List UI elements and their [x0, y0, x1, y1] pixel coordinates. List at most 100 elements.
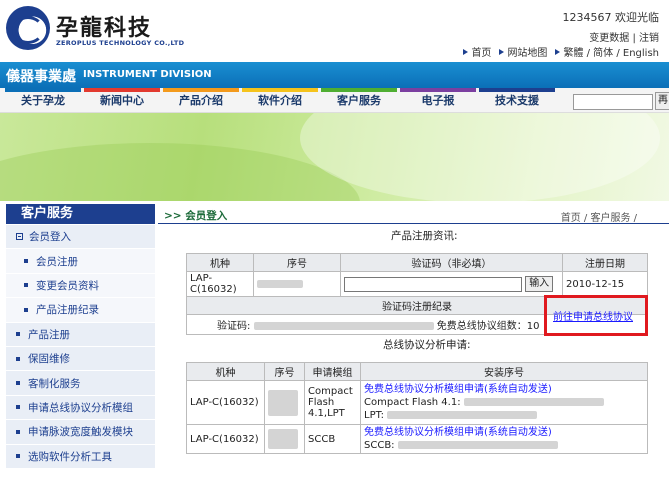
banner-image	[0, 113, 669, 201]
registration-title: 产品注册资讯:	[391, 230, 458, 242]
nav-products[interactable]: 产品介绍	[163, 88, 239, 113]
nav-stripe	[400, 88, 476, 92]
logo-icon	[6, 6, 50, 50]
search-input[interactable]	[573, 94, 653, 110]
module-line: SCCB:	[364, 440, 395, 451]
cell-model: LAP-C(16032)	[186, 271, 254, 297]
cell-install-serial: 免费总线协议分析模组申请(系统自动发送) SCCB:	[360, 424, 648, 454]
redacted-key	[397, 441, 558, 449]
arrow-right-icon	[499, 48, 505, 55]
bullet-icon	[16, 356, 20, 361]
bullet-icon	[16, 332, 20, 337]
sidebar-title: 客户服务	[6, 204, 155, 224]
breadcrumb: >> 会员登入 首页 / 客户服务 /	[158, 207, 669, 224]
module-line: Compact Flash 4.1:	[364, 397, 461, 408]
arrow-right-icon	[555, 48, 561, 55]
table-row: LAP-C(16032) SCCB 免费总线协议分析模组申请(系统自动发送) S…	[186, 424, 648, 454]
redacted-serial	[257, 279, 303, 288]
bullet-icon	[24, 283, 28, 288]
col-header-install-serial: 安装序号	[360, 362, 648, 381]
cell-install-serial: 免费总线协议分析模组申请(系统自动发送) Compact Flash 4.1: …	[360, 380, 648, 425]
logout-link[interactable]: 注销	[639, 33, 659, 44]
module-line: LPT:	[364, 410, 384, 421]
free-bus-count: 免费总线协议组数：10	[436, 321, 540, 332]
nav-stripe	[84, 88, 160, 92]
col-header-serial: 序号	[264, 362, 305, 381]
cell-module: SCCB	[304, 424, 361, 454]
sidebar-item-bus-module[interactable]: 申请总线协议分析模组	[6, 395, 155, 421]
highlight-annotation	[544, 295, 648, 336]
bullet-icon	[24, 259, 28, 264]
cell-model: LAP-C(16032)	[186, 380, 265, 425]
cell-serial	[264, 424, 305, 454]
nav-about[interactable]: 关于孕龙	[5, 88, 81, 113]
redacted-key	[387, 411, 538, 419]
nav-news[interactable]: 新闻中心	[84, 88, 160, 113]
redacted-serial	[268, 429, 298, 449]
sidebar-item-member-login[interactable]: 会员登入	[6, 225, 155, 250]
breadcrumb-path[interactable]: 首页 / 客户服务 /	[561, 209, 637, 224]
top-links: 首页 网站地图 繁體 / 简体 / English	[463, 44, 659, 59]
table-row: LAP-C(16032) Compact Flash 4.1,LPT 免费总线协…	[186, 380, 648, 425]
col-header-serial: 序号	[253, 253, 341, 272]
col-header-model: 机种	[186, 253, 254, 272]
division-title-en: INSTRUMENT DIVISION	[83, 69, 212, 80]
enter-button[interactable]: 输入	[525, 276, 554, 292]
company-logo[interactable]: 孕龍科技 ZEROPLUS TECHNOLOGY CO.,LTD	[6, 6, 206, 52]
sidebar-item-warranty[interactable]: 保固维修	[6, 346, 155, 372]
sidebar-item-pulse-module[interactable]: 申请脉波宽度触发模块	[6, 420, 155, 445]
bullet-icon	[16, 454, 20, 459]
nav-tech-support[interactable]: 技术支援	[479, 88, 555, 113]
redacted-serial	[268, 389, 298, 416]
collapse-icon	[16, 233, 23, 241]
sidebar-item-custom-service[interactable]: 客制化服务	[6, 371, 155, 396]
language-links[interactable]: 繁體 / 简体 / English	[555, 44, 659, 59]
sidebar-item-buy-software[interactable]: 选购软件分析工具	[6, 444, 155, 469]
col-header-module: 申请模组	[304, 362, 361, 381]
redacted-key	[463, 398, 604, 406]
bullet-icon	[24, 307, 28, 312]
sidebar-item-member-register[interactable]: 会员注册	[6, 249, 155, 274]
verify-code-input[interactable]	[344, 276, 522, 292]
bullet-icon	[16, 381, 20, 386]
sidebar-item-change-member-data[interactable]: 变更会员资料	[6, 273, 155, 299]
logo-text-cn: 孕龍科技	[56, 16, 153, 41]
welcome-text: 1234567 欢迎光临	[562, 11, 660, 24]
cell-model: LAP-C(16032)	[186, 424, 265, 454]
division-bar: 儀器事業處 INSTRUMENT DIVISION	[0, 62, 669, 88]
bus-table: 机种 序号 申请模组 安装序号 LAP-C(16032) Compact Fla…	[186, 362, 648, 454]
nav-stripe	[321, 88, 397, 92]
bus-title: 总线协议分析申请:	[383, 339, 471, 351]
free-module-apply-link[interactable]: 免费总线协议分析模组申请(系统自动发送)	[364, 383, 644, 396]
cell-serial	[253, 271, 341, 297]
arrow-right-icon	[463, 48, 469, 55]
cell-verify: 输入	[340, 271, 563, 297]
free-module-apply-link[interactable]: 免费总线协议分析模组申请(系统自动发送)	[364, 426, 644, 439]
sitemap-link[interactable]: 网站地图	[499, 44, 547, 59]
cell-reg-date: 2010-12-15	[562, 271, 648, 297]
cell-serial	[264, 380, 305, 425]
cell-module: Compact Flash 4.1,LPT	[304, 380, 361, 425]
col-header-verify-code: 验证码（非必填）	[340, 253, 563, 272]
home-link[interactable]: 首页	[463, 44, 491, 59]
division-title-cn: 儀器事業處	[6, 69, 76, 85]
sidebar-item-product-reg-record[interactable]: 产品注册纪录	[6, 298, 155, 323]
nav-newsletter[interactable]: 电子报	[400, 88, 476, 113]
page-title: >> 会员登入	[164, 210, 228, 222]
search-button[interactable]: 再	[655, 92, 669, 110]
nav-software[interactable]: 软件介绍	[242, 88, 318, 113]
redacted-verify-code	[253, 322, 434, 330]
change-data-link[interactable]: 变更数据	[589, 33, 629, 44]
sidebar-item-product-register[interactable]: 产品注册	[6, 322, 155, 347]
account-links: 变更数据 | 注销	[589, 29, 659, 44]
logo-text-en: ZEROPLUS TECHNOLOGY CO.,LTD	[56, 39, 185, 47]
nav-customer-service[interactable]: 客户服务	[321, 88, 397, 113]
nav-stripe	[5, 88, 81, 92]
nav-stripe	[479, 88, 555, 92]
col-header-model: 机种	[186, 362, 265, 381]
main-nav: 关于孕龙 新闻中心 产品介绍 软件介绍 客户服务 电子报 技术支援	[0, 88, 669, 113]
nav-stripe	[163, 88, 239, 92]
nav-stripe	[242, 88, 318, 92]
col-header-reg-date: 注册日期	[562, 253, 648, 272]
bullet-icon	[16, 429, 20, 434]
